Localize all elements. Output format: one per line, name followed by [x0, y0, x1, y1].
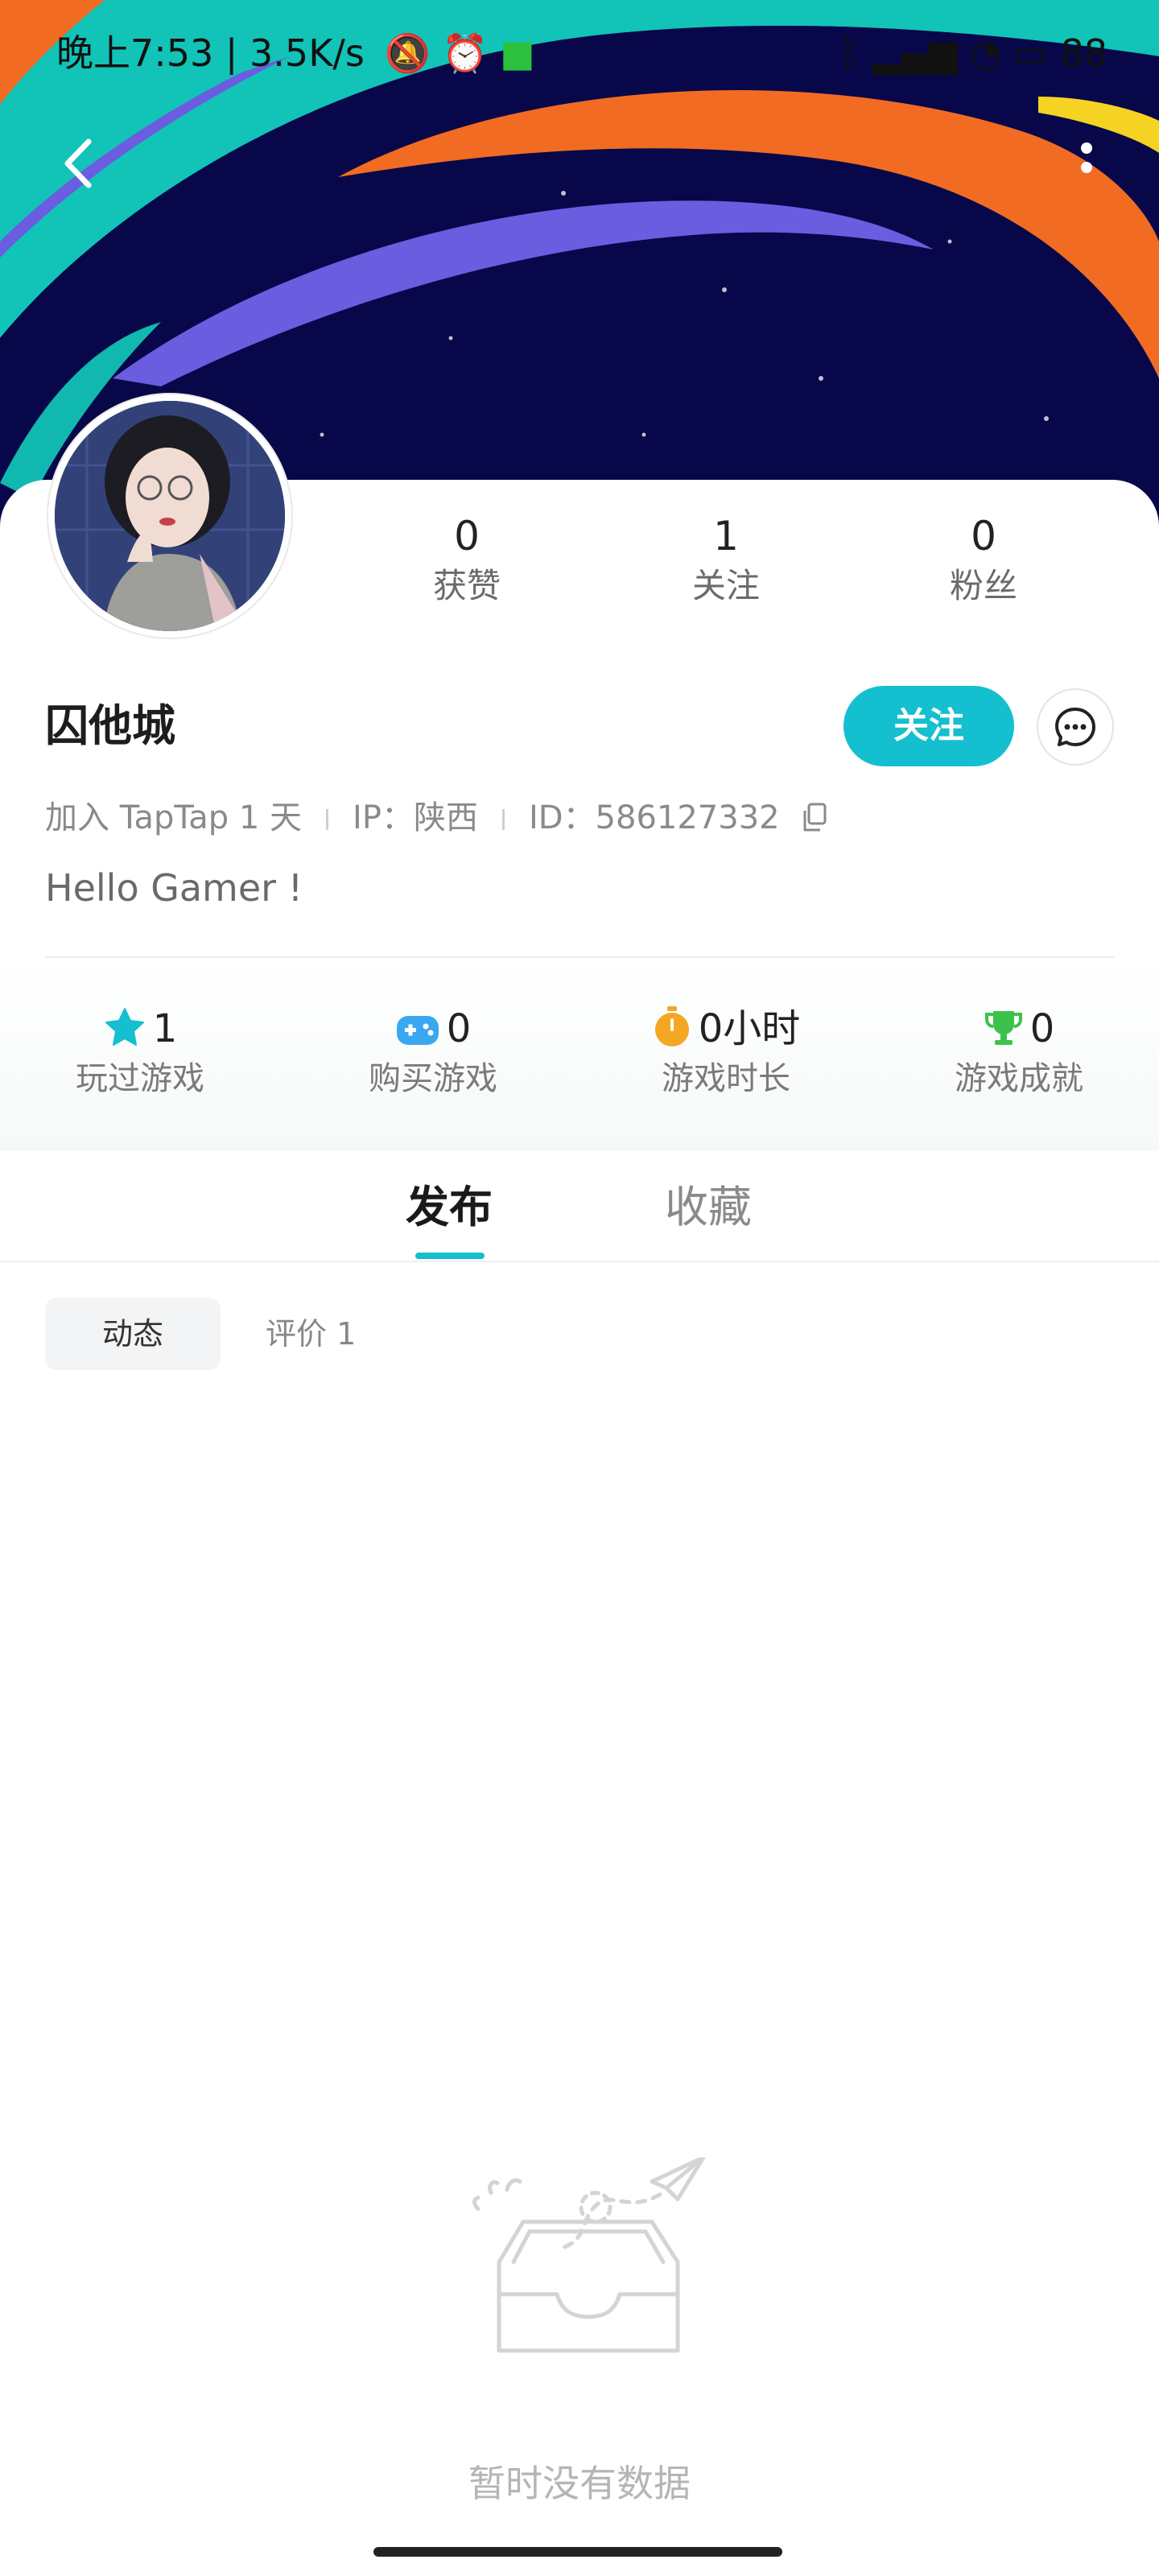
played-games-value: 1 — [152, 1006, 178, 1051]
stopwatch-icon — [654, 1006, 689, 1046]
play-time-value: 0小时 — [698, 1006, 801, 1051]
avatar-illustration — [55, 401, 285, 631]
username: 囚他城 — [45, 700, 175, 751]
stat-following-value: 1 — [713, 513, 739, 559]
ip-location: IP：陕西 — [353, 799, 478, 836]
more-vertical-icon — [1081, 142, 1092, 173]
stat-followers-label: 粉丝 — [949, 566, 1017, 605]
message-button[interactable] — [1037, 688, 1114, 766]
home-indicator[interactable] — [373, 2547, 782, 2557]
status-bar-left: 晚上7:53 | 3.5K/s 🔕 ⏰ ■ — [56, 29, 535, 77]
copy-icon — [803, 803, 827, 832]
stat-followers[interactable]: 0 粉丝 — [887, 512, 1080, 609]
purchased-games-label: 购买游戏 — [369, 1060, 497, 1097]
bluetooth-icon: ᛒ — [838, 31, 861, 75]
play-time-label: 游戏时长 — [662, 1060, 790, 1097]
divider — [0, 1261, 1159, 1262]
status-time-speed: 晚上7:53 | 3.5K/s — [56, 31, 365, 75]
follow-button[interactable]: 关注 — [843, 686, 1014, 766]
stat-following-label: 关注 — [691, 566, 760, 605]
tab-indicator — [415, 1253, 485, 1259]
back-button[interactable] — [50, 127, 108, 200]
meta-divider — [326, 809, 329, 830]
wechat-icon: ■ — [500, 31, 535, 75]
played-games-label: 玩过游戏 — [76, 1060, 204, 1097]
subtab-review[interactable]: 评价 1 — [266, 1298, 356, 1370]
profile-meta-row: 加入 TapTap 1 天 IP：陕西 ID：586127332 — [45, 794, 828, 847]
subtab-dynamic[interactable]: 动态 — [45, 1298, 221, 1370]
battery-icon: ▭ — [1013, 31, 1049, 75]
user-id: ID：586127332 — [528, 799, 780, 836]
stat-following[interactable]: 1 关注 — [629, 512, 823, 609]
achievements-stat[interactable]: 0 游戏成就 — [898, 1005, 1140, 1101]
tab-publish[interactable]: 发布 — [406, 1175, 493, 1240]
achievements-value: 0 — [1029, 1006, 1055, 1051]
trophy-icon — [984, 1011, 1022, 1045]
battery-level: 88 — [1060, 31, 1107, 75]
chat-bubble-icon — [1055, 708, 1095, 746]
achievements-label: 游戏成就 — [955, 1060, 1083, 1097]
avatar[interactable] — [48, 394, 291, 638]
back-arrow-icon — [64, 138, 92, 188]
purchased-games-value: 0 — [446, 1006, 472, 1051]
stat-likes-value: 0 — [454, 513, 480, 559]
more-options-button[interactable] — [1054, 130, 1111, 203]
stat-likes[interactable]: 0 获赞 — [370, 512, 563, 609]
signal-icon: ▂▄▆ — [872, 31, 958, 75]
played-games-stat[interactable]: 1 玩过游戏 — [19, 1005, 261, 1101]
gamepad-icon — [396, 1016, 439, 1045]
stat-followers-value: 0 — [971, 513, 996, 559]
status-bar-right: ᛒ ▂▄▆ ◔ ▭ 88 — [839, 29, 1107, 77]
empty-inbox-illustration — [467, 2155, 708, 2367]
tab-collect[interactable]: 收藏 — [665, 1175, 752, 1240]
wifi-icon: ◔ — [969, 31, 1002, 75]
meta-divider — [501, 809, 505, 830]
play-time-stat[interactable]: 0小时 游戏时长 — [605, 1005, 847, 1101]
bio: Hello Gamer ! — [45, 866, 303, 910]
star-icon — [105, 1008, 144, 1046]
empty-state-text: 暂时没有数据 — [468, 2462, 691, 2505]
copy-id-button[interactable] — [801, 799, 828, 847]
stat-likes-label: 获赞 — [432, 566, 501, 605]
join-info: 加入 TapTap 1 天 — [45, 799, 303, 836]
mute-icon: 🔕 — [384, 31, 431, 75]
purchased-games-stat[interactable]: 0 购买游戏 — [312, 1005, 554, 1101]
alarm-icon: ⏰ — [442, 31, 489, 75]
